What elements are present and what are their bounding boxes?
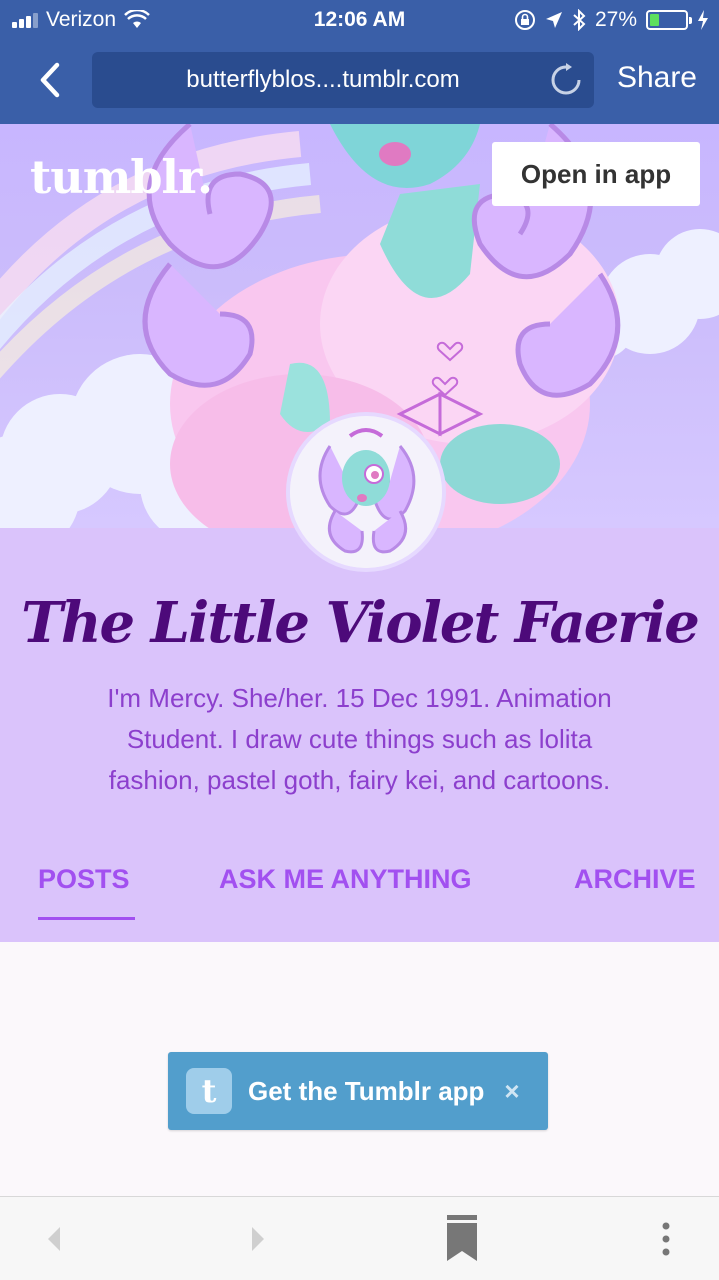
bluetooth-icon xyxy=(573,9,586,31)
browser-toolbar xyxy=(0,1196,719,1280)
blog-description: I'm Mercy. She/her. 15 Dec 1991. Animati… xyxy=(107,683,612,795)
close-icon[interactable]: × xyxy=(504,1076,519,1107)
battery-icon xyxy=(646,10,692,30)
avatar[interactable] xyxy=(286,412,446,572)
share-button[interactable]: Share xyxy=(617,61,697,95)
url-field[interactable]: butterflyblos....tumblr.com xyxy=(92,52,594,108)
battery-percent: 27% xyxy=(594,8,637,31)
tumblr-logo[interactable]: tumblr. xyxy=(30,150,213,204)
open-in-app-button[interactable]: Open in app xyxy=(492,142,700,206)
tab-ask-me-anything[interactable]: ASK ME ANYTHING xyxy=(219,864,472,895)
back-arrow-icon[interactable] xyxy=(34,1219,74,1259)
blog-tabs: POSTS ASK ME ANYTHING ARCHIVE xyxy=(0,864,719,922)
battery-fill xyxy=(650,14,660,26)
back-button[interactable] xyxy=(28,58,72,102)
browser-nav-row: butterflyblos....tumblr.com Share xyxy=(0,52,719,108)
chevron-left-icon xyxy=(40,62,60,98)
blog-title: The Little Violet Faerie xyxy=(21,590,700,656)
tumblr-app-icon: t xyxy=(186,1068,232,1114)
reload-icon[interactable] xyxy=(548,62,584,98)
tab-archive[interactable]: ARCHIVE xyxy=(574,864,696,895)
forward-arrow-icon[interactable] xyxy=(238,1219,278,1259)
status-right: 27% xyxy=(514,8,709,32)
url-text: butterflyblos....tumblr.com xyxy=(186,66,460,93)
location-icon xyxy=(545,12,562,28)
charging-icon xyxy=(698,10,708,30)
avatar-illustration xyxy=(290,416,442,568)
profile-panel: The Little Violet Faerie I'm Mercy. She/… xyxy=(0,528,719,942)
orientation-lock-icon xyxy=(514,10,535,30)
tab-posts[interactable]: POSTS xyxy=(38,864,130,895)
status-bar: Verizon 12:06 AM 27% xyxy=(0,0,719,40)
get-tumblr-app-banner[interactable]: t Get the Tumblr app × xyxy=(168,1052,548,1130)
get-app-label: Get the Tumblr app xyxy=(248,1075,485,1106)
browser-chrome: Verizon 12:06 AM 27% butterflyblos....tu… xyxy=(0,0,719,124)
more-options-icon[interactable] xyxy=(646,1219,686,1259)
active-tab-indicator xyxy=(38,917,135,920)
bookmark-icon[interactable] xyxy=(440,1215,484,1261)
posts-area: t Get the Tumblr app × xyxy=(0,942,719,1196)
